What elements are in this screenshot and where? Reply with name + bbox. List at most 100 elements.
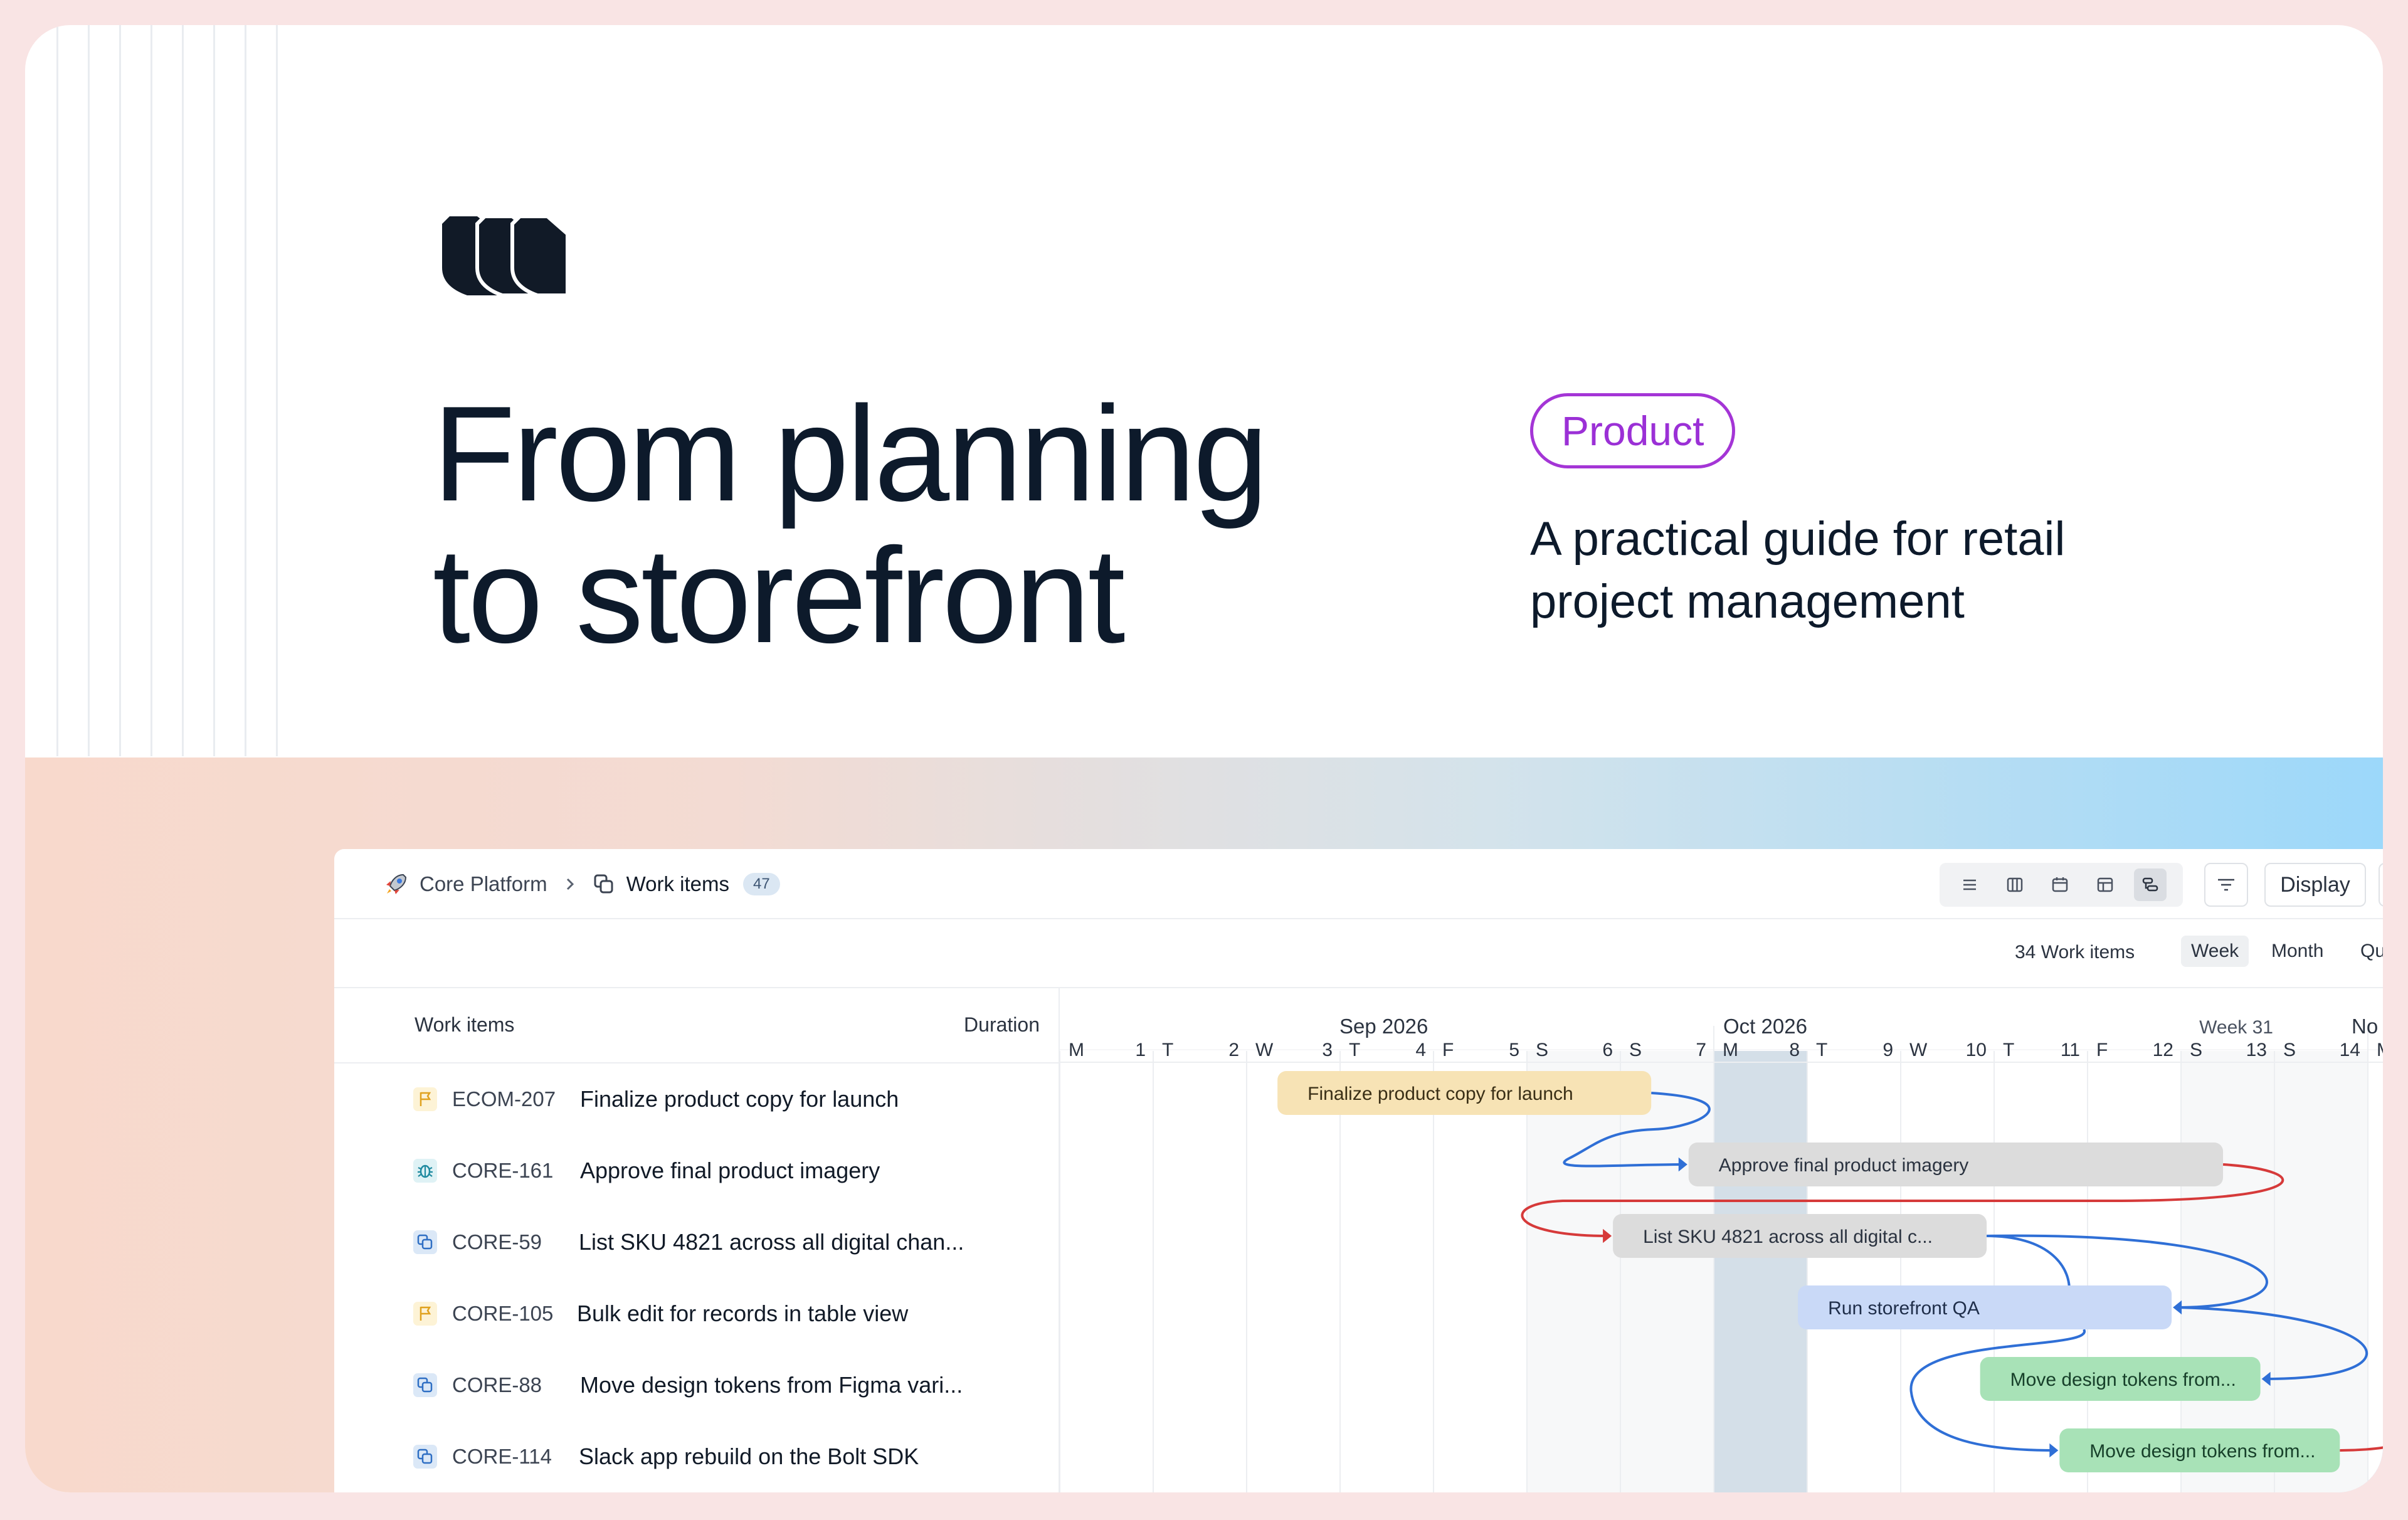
dependency-arrowhead xyxy=(2049,1443,2059,1458)
column-header-work-items[interactable]: Work items xyxy=(415,1013,514,1037)
day-letter-label: S xyxy=(2283,1040,2296,1060)
gantt-bar-label: Approve final product imagery xyxy=(1719,1155,1969,1176)
work-item-title[interactable]: Bulk edit for records in table view xyxy=(577,1301,908,1327)
work-item-key: CORE-59 xyxy=(452,1230,542,1253)
gantt-view-icon[interactable] xyxy=(2134,868,2167,901)
work-item-key: CORE-114 xyxy=(452,1445,552,1468)
timeline-controls: 34 Work items Week Month Quart xyxy=(334,919,2383,988)
headline-line-2: to storefront xyxy=(433,519,1126,671)
weekend-column xyxy=(1527,1051,1620,1492)
work-item-title[interactable]: Approve final product imagery xyxy=(580,1158,880,1184)
board-view-icon[interactable] xyxy=(1999,868,2031,901)
day-letter-label: T xyxy=(1816,1040,1827,1060)
gantt-bar-label: Run storefront QA xyxy=(1828,1298,1980,1319)
scale-quarter-button[interactable]: Quart xyxy=(2350,936,2383,967)
gantt-chart: Sep 2026 Oct 2026 NoWeek 31M 1 T 2 W 3 T 4 F 5 S 6 S 7 M… xyxy=(1060,1015,2383,1492)
day-letter-label: W xyxy=(1255,1040,1274,1060)
month-label: Sep 2026 xyxy=(1339,1015,1428,1038)
bug-icon xyxy=(413,1159,437,1183)
list-item[interactable]: ECOM-207 Finalize product copy for launc… xyxy=(334,1063,1060,1135)
day-letter-label: M xyxy=(1069,1040,1084,1060)
display-button[interactable]: Display xyxy=(2264,863,2366,907)
list-item[interactable]: CORE-105 Bulk edit for records in table … xyxy=(334,1278,1060,1349)
decorative-stripes xyxy=(56,25,307,756)
day-number-label: 3 xyxy=(1322,1040,1333,1060)
work-item-title[interactable]: Slack app rebuild on the Bolt SDK xyxy=(579,1443,919,1470)
gantt-bar-label: Finalize product copy for launch xyxy=(1307,1084,1573,1104)
subtitle-line-1: A practical guide for retail xyxy=(1530,512,2066,566)
work-item-key: CORE-88 xyxy=(452,1373,542,1396)
list-item[interactable]: CORE-114 Slack app rebuild on the Bolt S… xyxy=(334,1421,1060,1492)
day-letter-label: S xyxy=(2190,1040,2202,1060)
list-item[interactable]: CORE-59 List SKU 4821 across all digital… xyxy=(334,1206,1060,1278)
chevron-right-icon xyxy=(564,877,576,892)
hero-card: From planning to storefront Product A pr… xyxy=(25,25,2383,1492)
work-item-title[interactable]: List SKU 4821 across all digital chan... xyxy=(579,1229,964,1255)
month-label: Oct 2026 xyxy=(1723,1015,1807,1038)
day-letter-label: F xyxy=(1442,1040,1454,1060)
day-number-label: 2 xyxy=(1228,1040,1239,1060)
rocket-icon xyxy=(384,872,408,896)
gantt-bar-label: List SKU 4821 across all digital c... xyxy=(1643,1227,1933,1247)
work-item-key: CORE-105 xyxy=(452,1302,554,1325)
list-view-icon[interactable] xyxy=(1953,868,1986,901)
filter-button[interactable] xyxy=(2204,863,2248,907)
day-number-label: 6 xyxy=(1602,1040,1613,1060)
day-letter-label: T xyxy=(1349,1040,1360,1060)
subtitle-line-2: project management xyxy=(1530,575,1965,628)
work-item-icon xyxy=(413,1373,437,1397)
app-window: Core Platform Work items 47 Display 34 W… xyxy=(334,849,2383,1492)
page-title: From planning to storefront xyxy=(433,383,1269,671)
calendar-view-icon[interactable] xyxy=(2044,868,2076,901)
day-letter-label: S xyxy=(1536,1040,1548,1060)
day-number-label: 13 xyxy=(2246,1040,2267,1060)
scale-week-button[interactable]: Week xyxy=(2181,936,2249,967)
list-item[interactable]: CORE-88 Move design tokens from Figma va… xyxy=(334,1349,1060,1421)
breadcrumb: Core Platform Work items 47 xyxy=(384,849,780,919)
day-number-label: 7 xyxy=(1696,1040,1706,1060)
day-number-label: 8 xyxy=(1789,1040,1800,1060)
list-header: Work items Duration xyxy=(334,988,1060,1063)
week-label: Week 31 xyxy=(2199,1017,2273,1038)
day-number-label: 9 xyxy=(1883,1040,1893,1060)
day-number-label: 1 xyxy=(1135,1040,1146,1060)
view-switcher xyxy=(1940,863,2183,907)
work-item-title[interactable]: Move design tokens from Figma vari... xyxy=(580,1372,963,1398)
day-letter-label: M xyxy=(2377,1040,2383,1060)
breadcrumb-section[interactable]: Work items xyxy=(626,872,729,896)
work-item-icon xyxy=(413,1230,437,1254)
gantt-timeline: Sep 2026 Oct 2026 No Week 31 M 1 T 2 W 3 T 4 F 5 S 6 S 7 M… xyxy=(1060,988,2383,1492)
day-letter-label: T xyxy=(2003,1040,2014,1060)
day-number-label: 10 xyxy=(1966,1040,1987,1060)
day-letter-label: M xyxy=(1723,1040,1738,1060)
day-letter-label: T xyxy=(1162,1040,1173,1060)
gantt-bar-label: Move design tokens from... xyxy=(2089,1441,2315,1462)
breadcrumb-project[interactable]: Core Platform xyxy=(420,872,547,896)
day-letter-label: F xyxy=(2096,1040,2108,1060)
spreadsheet-view-icon[interactable] xyxy=(2089,868,2121,901)
scale-month-button[interactable]: Month xyxy=(2261,936,2333,967)
work-item-key: CORE-161 xyxy=(452,1159,554,1182)
flag-icon xyxy=(413,1087,437,1111)
brand-logo-icon xyxy=(442,214,569,301)
day-number-label: 14 xyxy=(2340,1040,2360,1060)
top-bar: Core Platform Work items 47 Display xyxy=(334,849,2383,919)
weekend-column xyxy=(1620,1051,1714,1492)
work-item-title[interactable]: Finalize product copy for launch xyxy=(580,1086,899,1112)
work-items-icon xyxy=(593,873,615,895)
day-number-label: 5 xyxy=(1509,1040,1519,1060)
more-button[interactable]: A xyxy=(2379,863,2383,907)
filter-icon xyxy=(2215,875,2237,894)
list-item[interactable]: CORE-161 Approve final product imagery xyxy=(334,1135,1060,1206)
day-number-label: 11 xyxy=(2061,1040,2080,1060)
work-items-total: 34 Work items xyxy=(2015,942,2135,963)
day-letter-label: S xyxy=(1629,1040,1642,1060)
work-item-key: ECOM-207 xyxy=(452,1087,556,1111)
page-subtitle: A practical guide for retail project man… xyxy=(1530,508,2065,633)
column-header-duration[interactable]: Duration xyxy=(964,1013,1040,1037)
category-tag: Product xyxy=(1530,393,1736,468)
flag-icon xyxy=(413,1302,437,1326)
day-number-label: 12 xyxy=(2153,1040,2173,1060)
month-label: No xyxy=(2352,1015,2378,1038)
day-letter-label: W xyxy=(1909,1040,1928,1060)
